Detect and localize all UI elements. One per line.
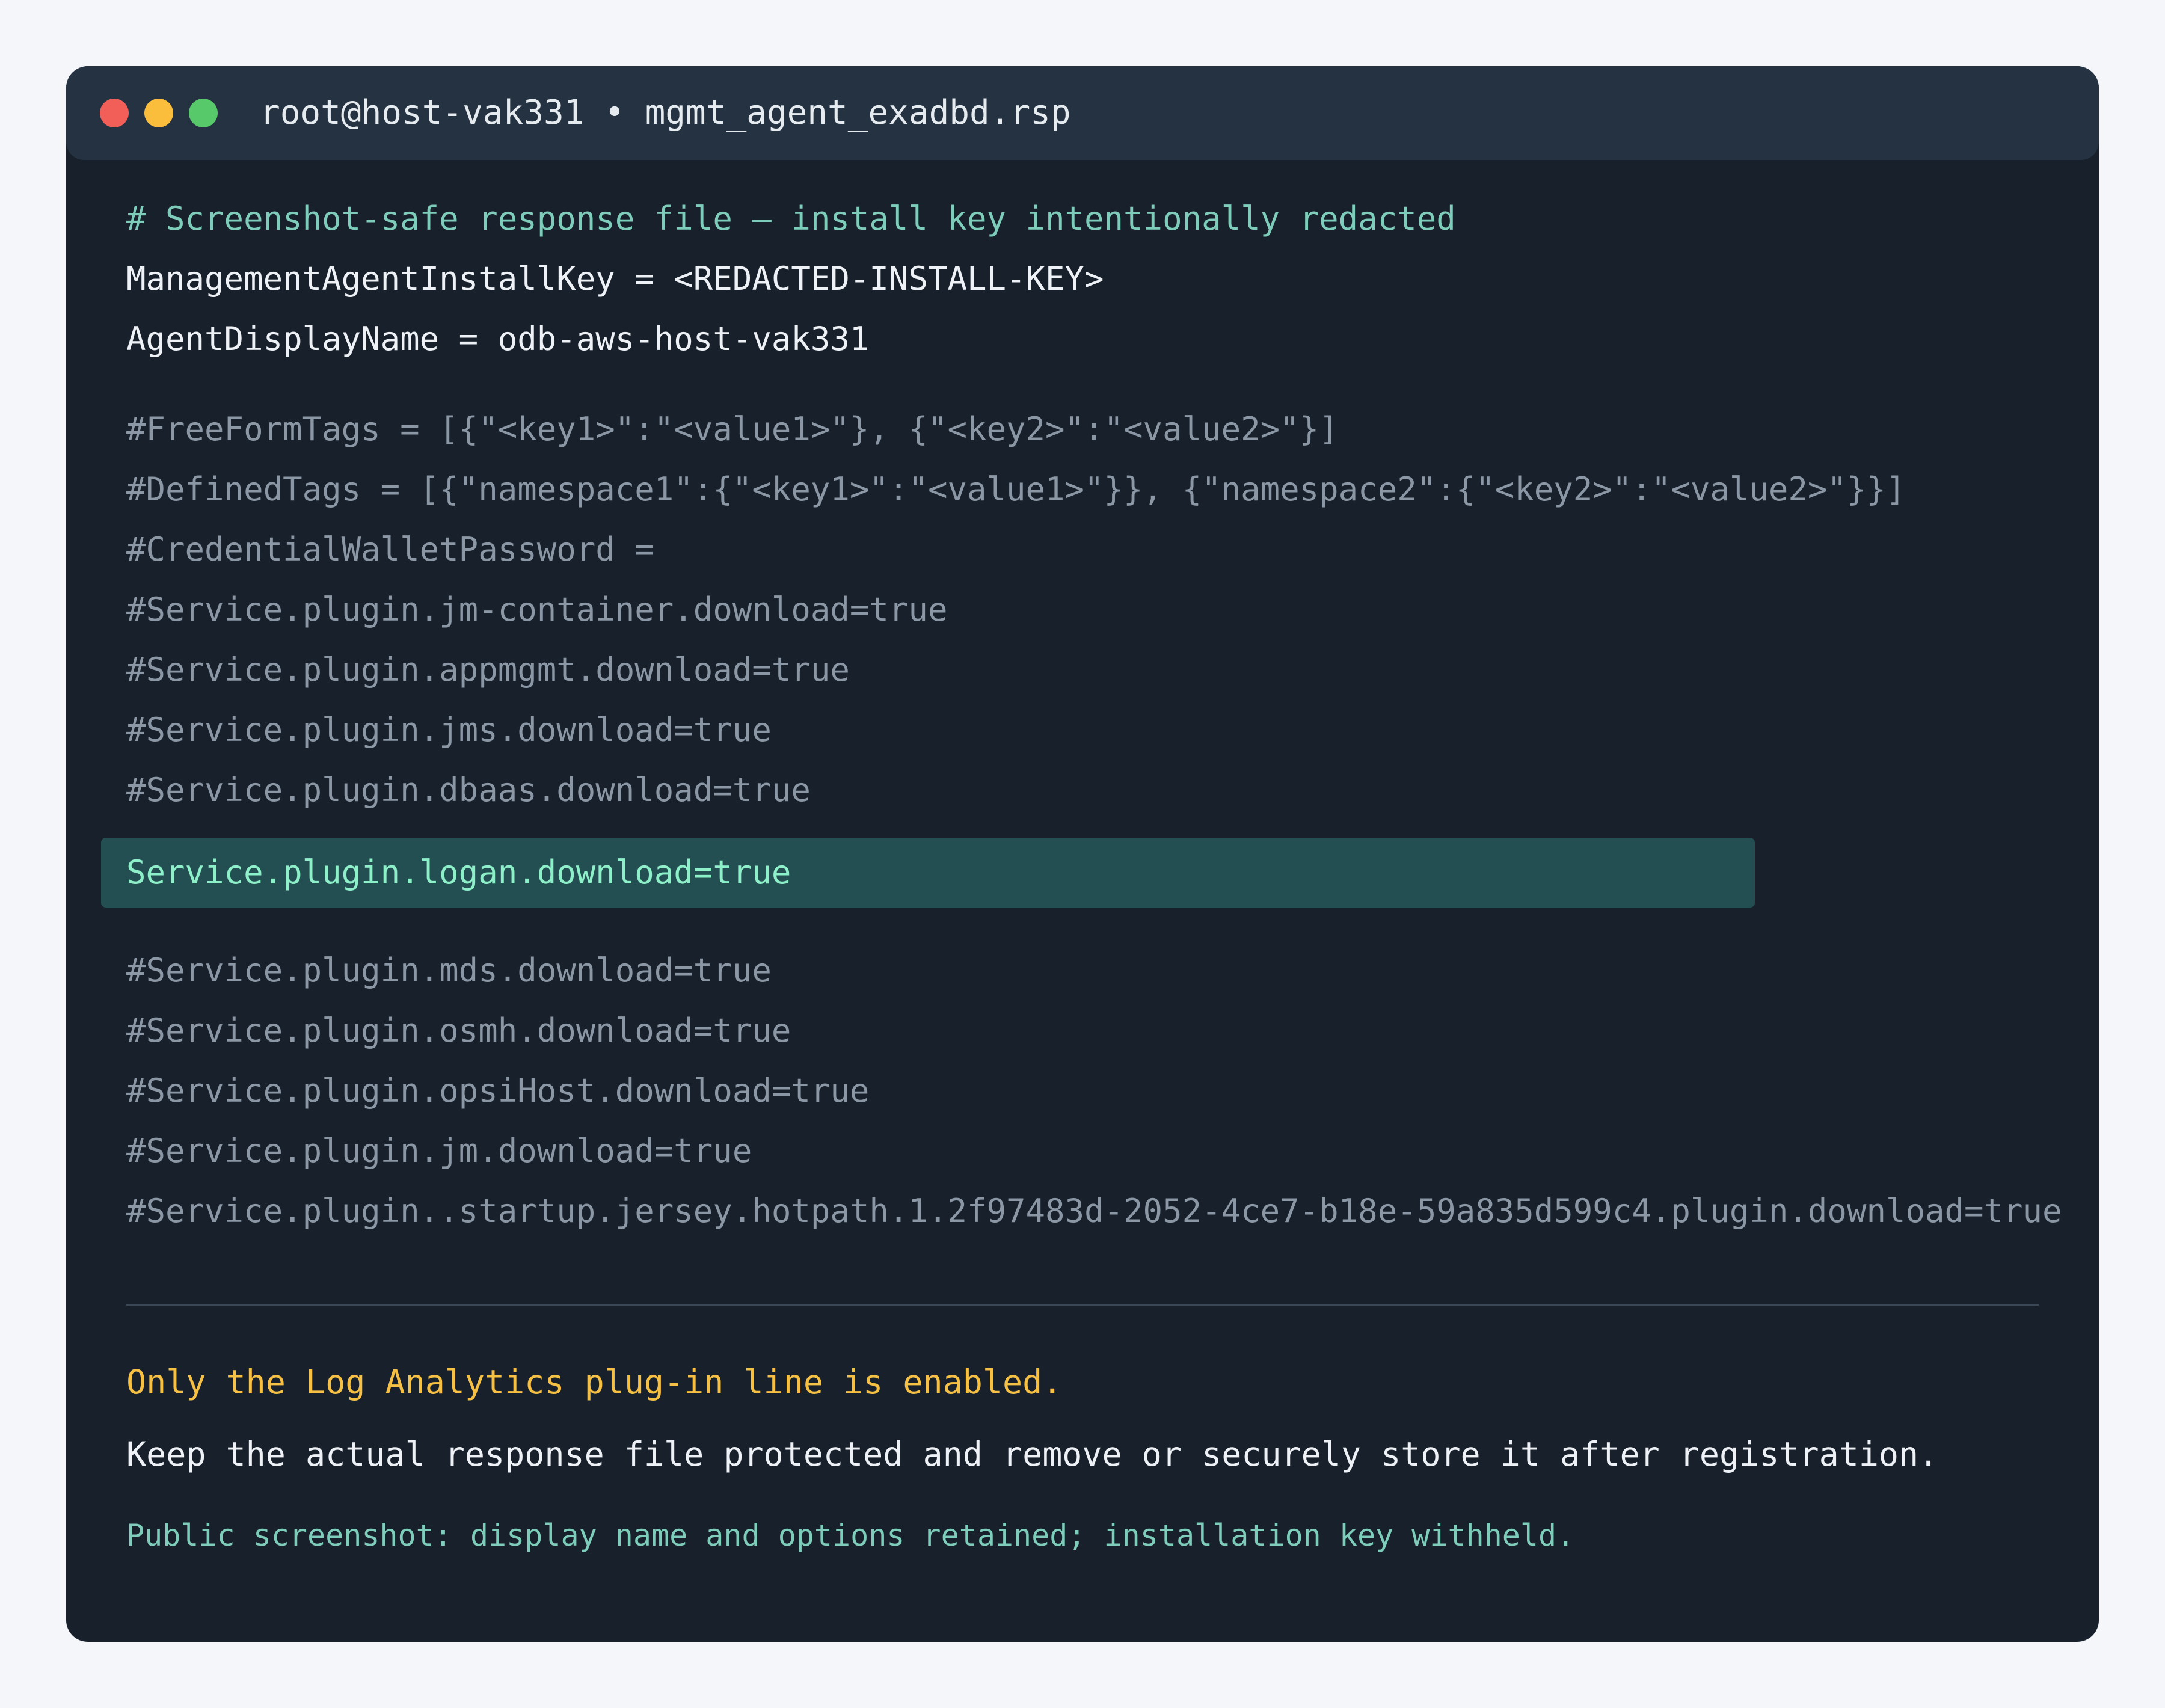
plugin-opsihost-line: #Service.plugin.opsiHost.download=true: [126, 1072, 870, 1110]
credential-wallet-line: #CredentialWalletPassword =: [126, 530, 654, 568]
plugin-jm-line: #Service.plugin.jm.download=true: [126, 1132, 752, 1170]
plugin-osmh-line: #Service.plugin.osmh.download=true: [126, 1012, 791, 1049]
close-window-button[interactable]: [100, 99, 129, 127]
plugin-jm-container-line: #Service.plugin.jm-container.download=tr…: [126, 591, 948, 628]
plugin-startup-hotpath-line: #Service.plugin..startup.jersey.hotpath.…: [126, 1192, 2062, 1230]
maximize-window-button[interactable]: [189, 99, 218, 127]
header-comment: # Screenshot-safe response file — instal…: [126, 200, 1456, 238]
plugin-jms-line: #Service.plugin.jms.download=true: [126, 711, 772, 749]
plugin-dbaas-line: #Service.plugin.dbaas.download=true: [126, 771, 811, 809]
plugin-mds-line: #Service.plugin.mds.download=true: [126, 951, 772, 989]
enabled-logan-plugin-line: Service.plugin.logan.download=true: [126, 853, 791, 891]
enabled-warning-note: Only the Log Analytics plug-in line is e…: [126, 1363, 1063, 1401]
terminal-window: root@host-vak331 • mgmt_agent_exadbd.rsp…: [66, 66, 2099, 1642]
plugin-appmgmt-line: #Service.plugin.appmgmt.download=true: [126, 651, 850, 689]
window-title: root@host-vak331 • mgmt_agent_exadbd.rsp: [260, 93, 1071, 132]
defined-tags-line: #DefinedTags = [{"namespace1":{"<key1>":…: [126, 470, 1906, 508]
window-titlebar: root@host-vak331 • mgmt_agent_exadbd.rsp: [66, 66, 2099, 160]
install-key-line: ManagementAgentInstallKey = <REDACTED-IN…: [126, 260, 1104, 298]
public-screenshot-note: Public screenshot: display name and opti…: [126, 1518, 1575, 1553]
section-divider: [126, 1304, 2039, 1306]
display-name-line: AgentDisplayName = odb-aws-host-vak331: [126, 320, 870, 358]
protection-advice-note: Keep the actual response file protected …: [126, 1435, 1939, 1473]
freeform-tags-line: #FreeFormTags = [{"<key1>":"<value1>"}, …: [126, 410, 1339, 448]
minimize-window-button[interactable]: [144, 99, 173, 127]
